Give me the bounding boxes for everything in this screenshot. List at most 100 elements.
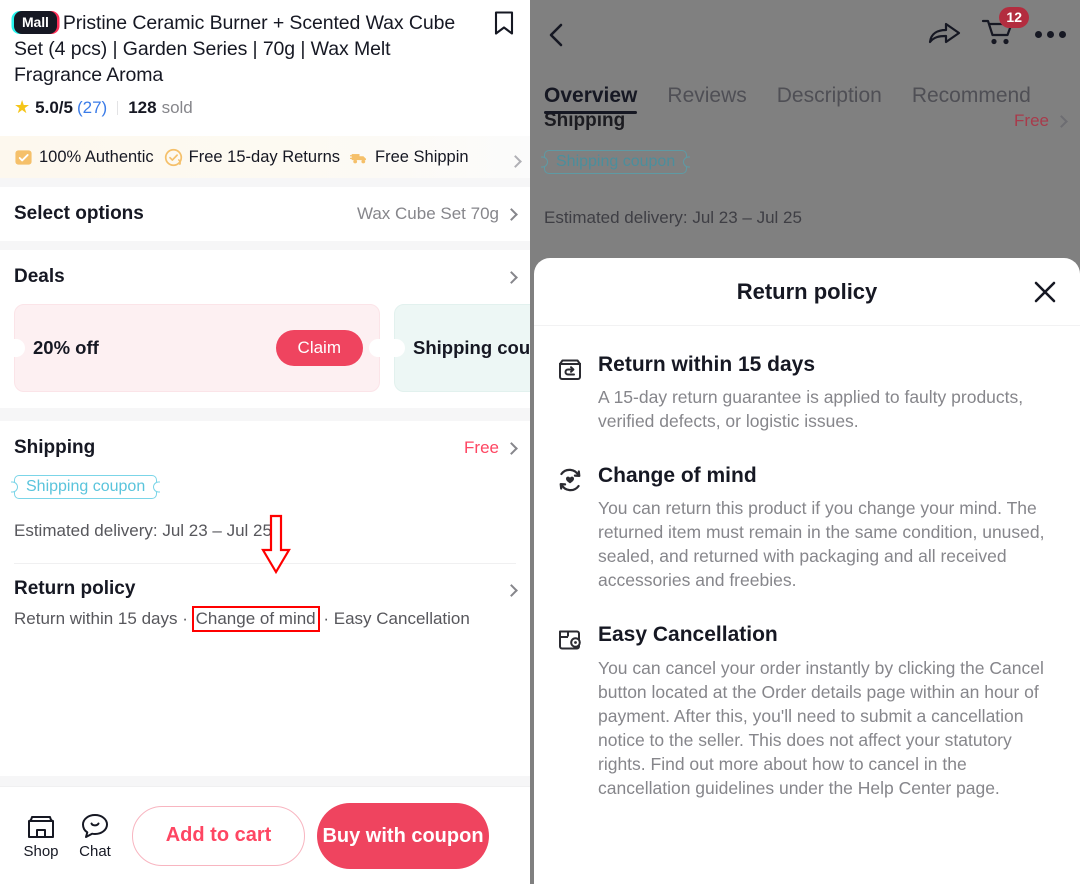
policy-text-block: Easy Cancellation You can cancel your or… — [598, 622, 1058, 799]
add-to-cart-button[interactable]: Add to cart — [132, 805, 305, 866]
returns-circle-icon — [164, 148, 182, 166]
badge-returns: Free 15-day Returns — [164, 148, 340, 167]
return-policy-summary: Return within 15 days · Change of mind ·… — [14, 606, 516, 632]
chevron-right-icon — [505, 207, 518, 221]
nav-row: 12 — [530, 0, 1080, 70]
dimmed-delivery-text: Estimated delivery: Jul 23 – Jul 25 — [544, 208, 802, 227]
badge-authentic: 100% Authentic — [14, 148, 154, 167]
tab-reviews[interactable]: Reviews — [667, 84, 746, 114]
storefront-icon — [28, 815, 54, 838]
badge-authentic-label: 100% Authentic — [39, 147, 154, 166]
section-divider — [0, 408, 530, 421]
product-detail-panel: Mall Pristine Ceramic Burner + Scented Wa… — [0, 0, 530, 884]
policy-heading: Return within 15 days — [598, 353, 816, 376]
deals-title: Deals — [14, 266, 65, 287]
dimmed-shipping-coupon-chip: Shipping coupon — [541, 150, 691, 174]
policy-section-easy-cancellation: Easy Cancellation You can cancel your or… — [556, 622, 1058, 799]
policy-heading: Easy Cancellation — [598, 623, 778, 647]
section-divider — [0, 178, 530, 187]
share-arrow-icon[interactable] — [927, 20, 961, 50]
badge-shipping: Free Shippin — [350, 148, 469, 167]
chip-notch-right — [153, 481, 161, 493]
rating-denominator: /5 — [58, 97, 73, 117]
coupon-notch-right — [369, 339, 380, 357]
chat-bubble-icon — [82, 813, 108, 838]
guarantee-badges-strip[interactable]: 100% Authentic Free 15-day Returns Free … — [0, 136, 530, 178]
back-chevron-icon[interactable] — [542, 20, 572, 50]
section-divider — [0, 776, 530, 786]
chevron-right-icon — [505, 270, 518, 284]
change-of-mind-heart-refresh-icon — [559, 468, 581, 492]
chip-notch-left — [541, 156, 548, 168]
policy-body: You can return this product if you chang… — [598, 498, 1045, 591]
select-options-row[interactable]: Select options Wax Cube Set 70g — [0, 187, 530, 241]
deals-header-row[interactable]: Deals — [0, 250, 530, 304]
sold-label: sold — [161, 97, 193, 117]
shop-button-label: Shop — [23, 842, 59, 860]
annotation-arrow-icon — [261, 514, 291, 575]
buy-with-coupon-button[interactable]: Buy with coupon — [317, 802, 489, 869]
return-policy-highlight-change-of-mind[interactable]: Change of mind — [191, 606, 320, 632]
tab-recommend[interactable]: Recommend — [912, 84, 1031, 114]
bookmark-icon[interactable] — [492, 10, 516, 36]
policy-body: A 15-day return guarantee is applied to … — [598, 387, 1024, 432]
chip-notch-right — [683, 156, 691, 168]
return-policy-row[interactable]: Return policy Return within 15 days · Ch… — [0, 514, 530, 632]
deals-coupon-scroller[interactable]: 20% off Claim Shipping coup — [0, 304, 530, 408]
shipping-header-row[interactable]: Shipping Free — [0, 421, 530, 475]
action-bottom-bar: Shop Chat Add to cart Buy with coupon — [0, 786, 530, 884]
rating-row[interactable]: ★ 5.0 /5 (27) 128 sold — [0, 88, 530, 118]
shipping-value: Free — [464, 438, 499, 457]
shipping-title: Shipping — [14, 437, 96, 458]
shipping-coupon-chip-wrap: Shipping coupon — [0, 475, 530, 499]
claim-button[interactable]: Claim — [275, 330, 363, 366]
modal-header: Return policy — [534, 258, 1080, 326]
cart-badge: 12 — [999, 7, 1029, 28]
tab-overview[interactable]: Overview — [544, 84, 638, 114]
policy-section-change-of-mind: Change of mind You can return this produ… — [556, 463, 1058, 592]
modal-body: Return within 15 days A 15-day return gu… — [534, 326, 1080, 800]
dimmed-shipping-coupon-label: Shipping coupon — [556, 153, 676, 170]
easy-cancellation-icon — [559, 630, 581, 650]
shipping-coupon-chip-label: Shipping coupon — [26, 478, 146, 495]
product-title: Pristine Ceramic Burner + Scented Wax Cu… — [14, 12, 456, 86]
screenshot-root: Mall Pristine Ceramic Burner + Scented Wa… — [0, 0, 1080, 884]
return-policy-title: Return policy — [14, 578, 136, 599]
policy-text-block: Change of mind You can return this produ… — [598, 463, 1058, 592]
authentic-box-icon — [15, 149, 32, 165]
policy-body: You can cancel your order instantly by c… — [598, 657, 1044, 798]
shipping-coupon-chip[interactable]: Shipping coupon — [11, 475, 161, 499]
shop-button[interactable]: Shop — [14, 812, 68, 860]
return-policy-summary-prefix: Return within 15 days · — [14, 609, 188, 628]
panel-header: 12 Overview Reviews Description Recommen… — [530, 0, 1080, 118]
coupon-card-discount[interactable]: 20% off Claim — [14, 304, 380, 392]
section-divider — [0, 241, 530, 250]
tab-description[interactable]: Description — [777, 84, 882, 114]
cart-button[interactable]: 12 — [981, 7, 1029, 53]
policy-section-return-window: Return within 15 days A 15-day return gu… — [556, 352, 1058, 433]
more-dots-icon[interactable] — [1035, 31, 1066, 38]
return-policy-modal: Return policy Return within 15 days A 15… — [534, 258, 1080, 884]
product-title-block: Mall Pristine Ceramic Burner + Scented Wa… — [0, 0, 530, 88]
product-title-line: Mall Pristine Ceramic Burner + Scented Wa… — [14, 10, 516, 88]
divider — [117, 100, 119, 115]
policy-text-block: Return within 15 days A 15-day return gu… — [598, 352, 1058, 433]
coupon-card-shipping[interactable]: Shipping coup — [394, 304, 530, 392]
coupon-discount-label: 20% off — [33, 337, 99, 358]
chat-button[interactable]: Chat — [68, 812, 122, 860]
dimmed-shipping-section: Shipping Free Shipping coupon Estimated … — [530, 110, 1080, 228]
close-icon[interactable] — [1032, 279, 1058, 305]
shipping-value-group: Free — [464, 438, 518, 458]
select-options-title: Select options — [14, 203, 144, 224]
rating-count[interactable]: (27) — [77, 98, 107, 118]
chip-notch-left — [11, 481, 18, 493]
rating-value: 5.0 — [35, 97, 59, 117]
star-icon: ★ — [14, 97, 31, 117]
select-options-value: Wax Cube Set 70g — [356, 204, 499, 223]
chat-button-label: Chat — [79, 842, 111, 860]
chevron-right-icon[interactable] — [509, 155, 522, 168]
policy-heading: Change of mind — [598, 464, 757, 488]
badge-returns-label: Free 15-day Returns — [188, 147, 340, 166]
sold-count: 128 — [128, 97, 157, 117]
shipping-truck-icon — [350, 153, 366, 163]
